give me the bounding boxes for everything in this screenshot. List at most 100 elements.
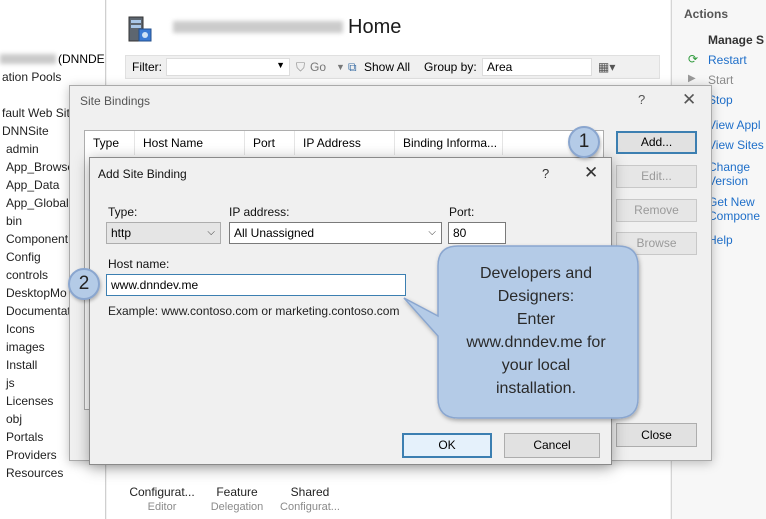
tree-node[interactable]: App_Browse (6, 160, 74, 174)
site-bindings-title: Site Bindings (80, 94, 151, 108)
tree-node[interactable]: fault Web Site (2, 106, 76, 120)
ok-button[interactable]: OK (402, 433, 492, 458)
filter-input[interactable]: ▼ (166, 58, 290, 76)
feature-shared-config-sub: Configurat... (280, 501, 340, 513)
play-icon: ▶ (688, 73, 696, 84)
show-all-icon: ⧉ (348, 60, 357, 74)
cancel-button[interactable]: Cancel (504, 433, 600, 458)
tree-node[interactable]: bin (6, 214, 22, 228)
tree-node[interactable]: Component (6, 232, 68, 246)
action-link[interactable]: Restart (708, 53, 747, 67)
tree-node[interactable]: controls (6, 268, 48, 282)
chevron-down-icon: ⌵ (207, 227, 215, 238)
tree-node[interactable]: Install (6, 358, 37, 372)
redacted-server-title (173, 21, 343, 33)
tip-line: installation. (495, 380, 577, 397)
actions-title: Actions (684, 7, 729, 21)
filter-label: Filter: (132, 60, 162, 74)
action-link[interactable]: Compone (708, 209, 760, 223)
host-name-label: Host name: (108, 257, 170, 271)
site-bindings-close-icon[interactable]: ✕ (682, 90, 696, 110)
actions-section-manage: Manage S (708, 33, 765, 47)
tree-node[interactable]: DesktopMo (6, 286, 67, 300)
feature-shared-config[interactable]: Shared (270, 485, 350, 499)
site-bindings-close-button[interactable]: Close (616, 423, 697, 447)
go-dropdown-icon[interactable]: ▼ (336, 62, 345, 72)
column-host-name[interactable]: Host Name (135, 131, 245, 155)
group-by-select[interactable]: Area (482, 58, 592, 76)
action-link[interactable]: Version (708, 174, 748, 188)
column-binding-info[interactable]: Binding Informa... (395, 131, 503, 155)
host-name-value: www.dnndev.me (111, 278, 199, 292)
tree-node[interactable]: Config (6, 250, 41, 264)
tree-node[interactable]: Providers (6, 448, 57, 462)
type-value: http (111, 226, 132, 240)
funnel-icon: ⛉ (296, 60, 306, 74)
tree-node[interactable]: Resources (6, 466, 63, 480)
tip-line: Designers: (497, 288, 575, 305)
show-all-button[interactable]: Show All (364, 60, 410, 74)
action-link[interactable]: Get New (708, 195, 755, 209)
tree-node[interactable]: ation Pools (2, 70, 61, 84)
redacted-server-name (0, 54, 56, 64)
feature-delegation-sub: Delegation (210, 501, 264, 513)
refresh-icon: ⟳ (688, 52, 699, 66)
port-label: Port: (449, 205, 475, 219)
tree-server-label: (DNNDES (58, 52, 105, 66)
ip-address-select[interactable]: All Unassigned ⌵ (229, 222, 442, 244)
go-button[interactable]: Go (310, 60, 326, 74)
browse-binding-button[interactable]: Browse (616, 232, 697, 255)
action-link[interactable]: View Sites (708, 138, 764, 152)
tip-text: Developers and Designers: Enter www.dnndev.… (438, 262, 634, 400)
site-bindings-help-button[interactable]: ? (638, 92, 645, 107)
tree-node[interactable]: Documentat (6, 304, 71, 318)
filter-bar: Filter: ▼ ⛉ Go ▼ ⧉ Show All Group by: Ar… (125, 55, 660, 79)
host-name-input[interactable]: www.dnndev.me (106, 274, 406, 296)
column-port[interactable]: Port (245, 131, 295, 155)
tip-line: Enter (516, 311, 556, 328)
tree-node[interactable]: App_Data (6, 178, 59, 192)
tree-node[interactable]: DNNSite (2, 124, 49, 138)
column-ip-address[interactable]: IP Address (295, 131, 395, 155)
column-type[interactable]: Type (85, 131, 135, 155)
step-1-badge: 1 (568, 126, 600, 158)
chevron-down-icon: ▼ (276, 60, 285, 70)
type-select[interactable]: http ⌵ (106, 222, 221, 244)
port-value: 80 (453, 226, 467, 240)
tree-node[interactable]: Portals (6, 430, 43, 444)
page-title: Home (348, 16, 402, 38)
ip-address-value: All Unassigned (234, 226, 315, 240)
action-link[interactable]: View Appl (708, 118, 760, 132)
feature-config-editor[interactable]: Configurat... (122, 485, 202, 499)
tree-server-node[interactable]: (DNNDES (0, 50, 105, 68)
group-by-value: Area (487, 60, 513, 74)
group-by-label: Group by: (424, 60, 477, 74)
view-mode-icon[interactable]: ▦▾ (598, 60, 615, 74)
chevron-down-icon: ⌵ (428, 227, 436, 238)
step-2-badge: 2 (68, 268, 100, 300)
add-site-binding-title: Add Site Binding (98, 167, 187, 181)
ip-address-label: IP address: (229, 205, 290, 219)
tip-line: Developers and (479, 265, 593, 282)
type-label: Type: (108, 205, 138, 219)
tree-node[interactable]: App_GlobalR (6, 196, 77, 210)
host-name-example: Example: www.contoso.com or marketing.co… (108, 304, 400, 318)
tip-line: www.dnndev.me for (466, 334, 606, 351)
remove-binding-button[interactable]: Remove (616, 199, 697, 222)
tip-line: your local (501, 357, 571, 374)
port-input[interactable]: 80 (448, 222, 506, 244)
add-site-binding-help-button[interactable]: ? (542, 166, 549, 181)
add-binding-button[interactable]: Add... (616, 131, 697, 154)
feature-delegation[interactable]: Feature (197, 485, 277, 499)
tree-node[interactable]: images (6, 340, 45, 354)
action-link[interactable]: Change (708, 160, 750, 174)
feature-config-editor-sub: Editor (147, 501, 177, 513)
server-icon (128, 16, 152, 42)
edit-binding-button[interactable]: Edit... (616, 165, 697, 188)
tree-node[interactable]: admin (6, 142, 39, 156)
tree-node[interactable]: js (6, 376, 15, 390)
add-site-binding-close-icon[interactable]: ✕ (584, 163, 598, 183)
tree-node[interactable]: Licenses (6, 394, 53, 408)
tree-node[interactable]: obj (6, 412, 22, 426)
tree-node[interactable]: Icons (6, 322, 35, 336)
